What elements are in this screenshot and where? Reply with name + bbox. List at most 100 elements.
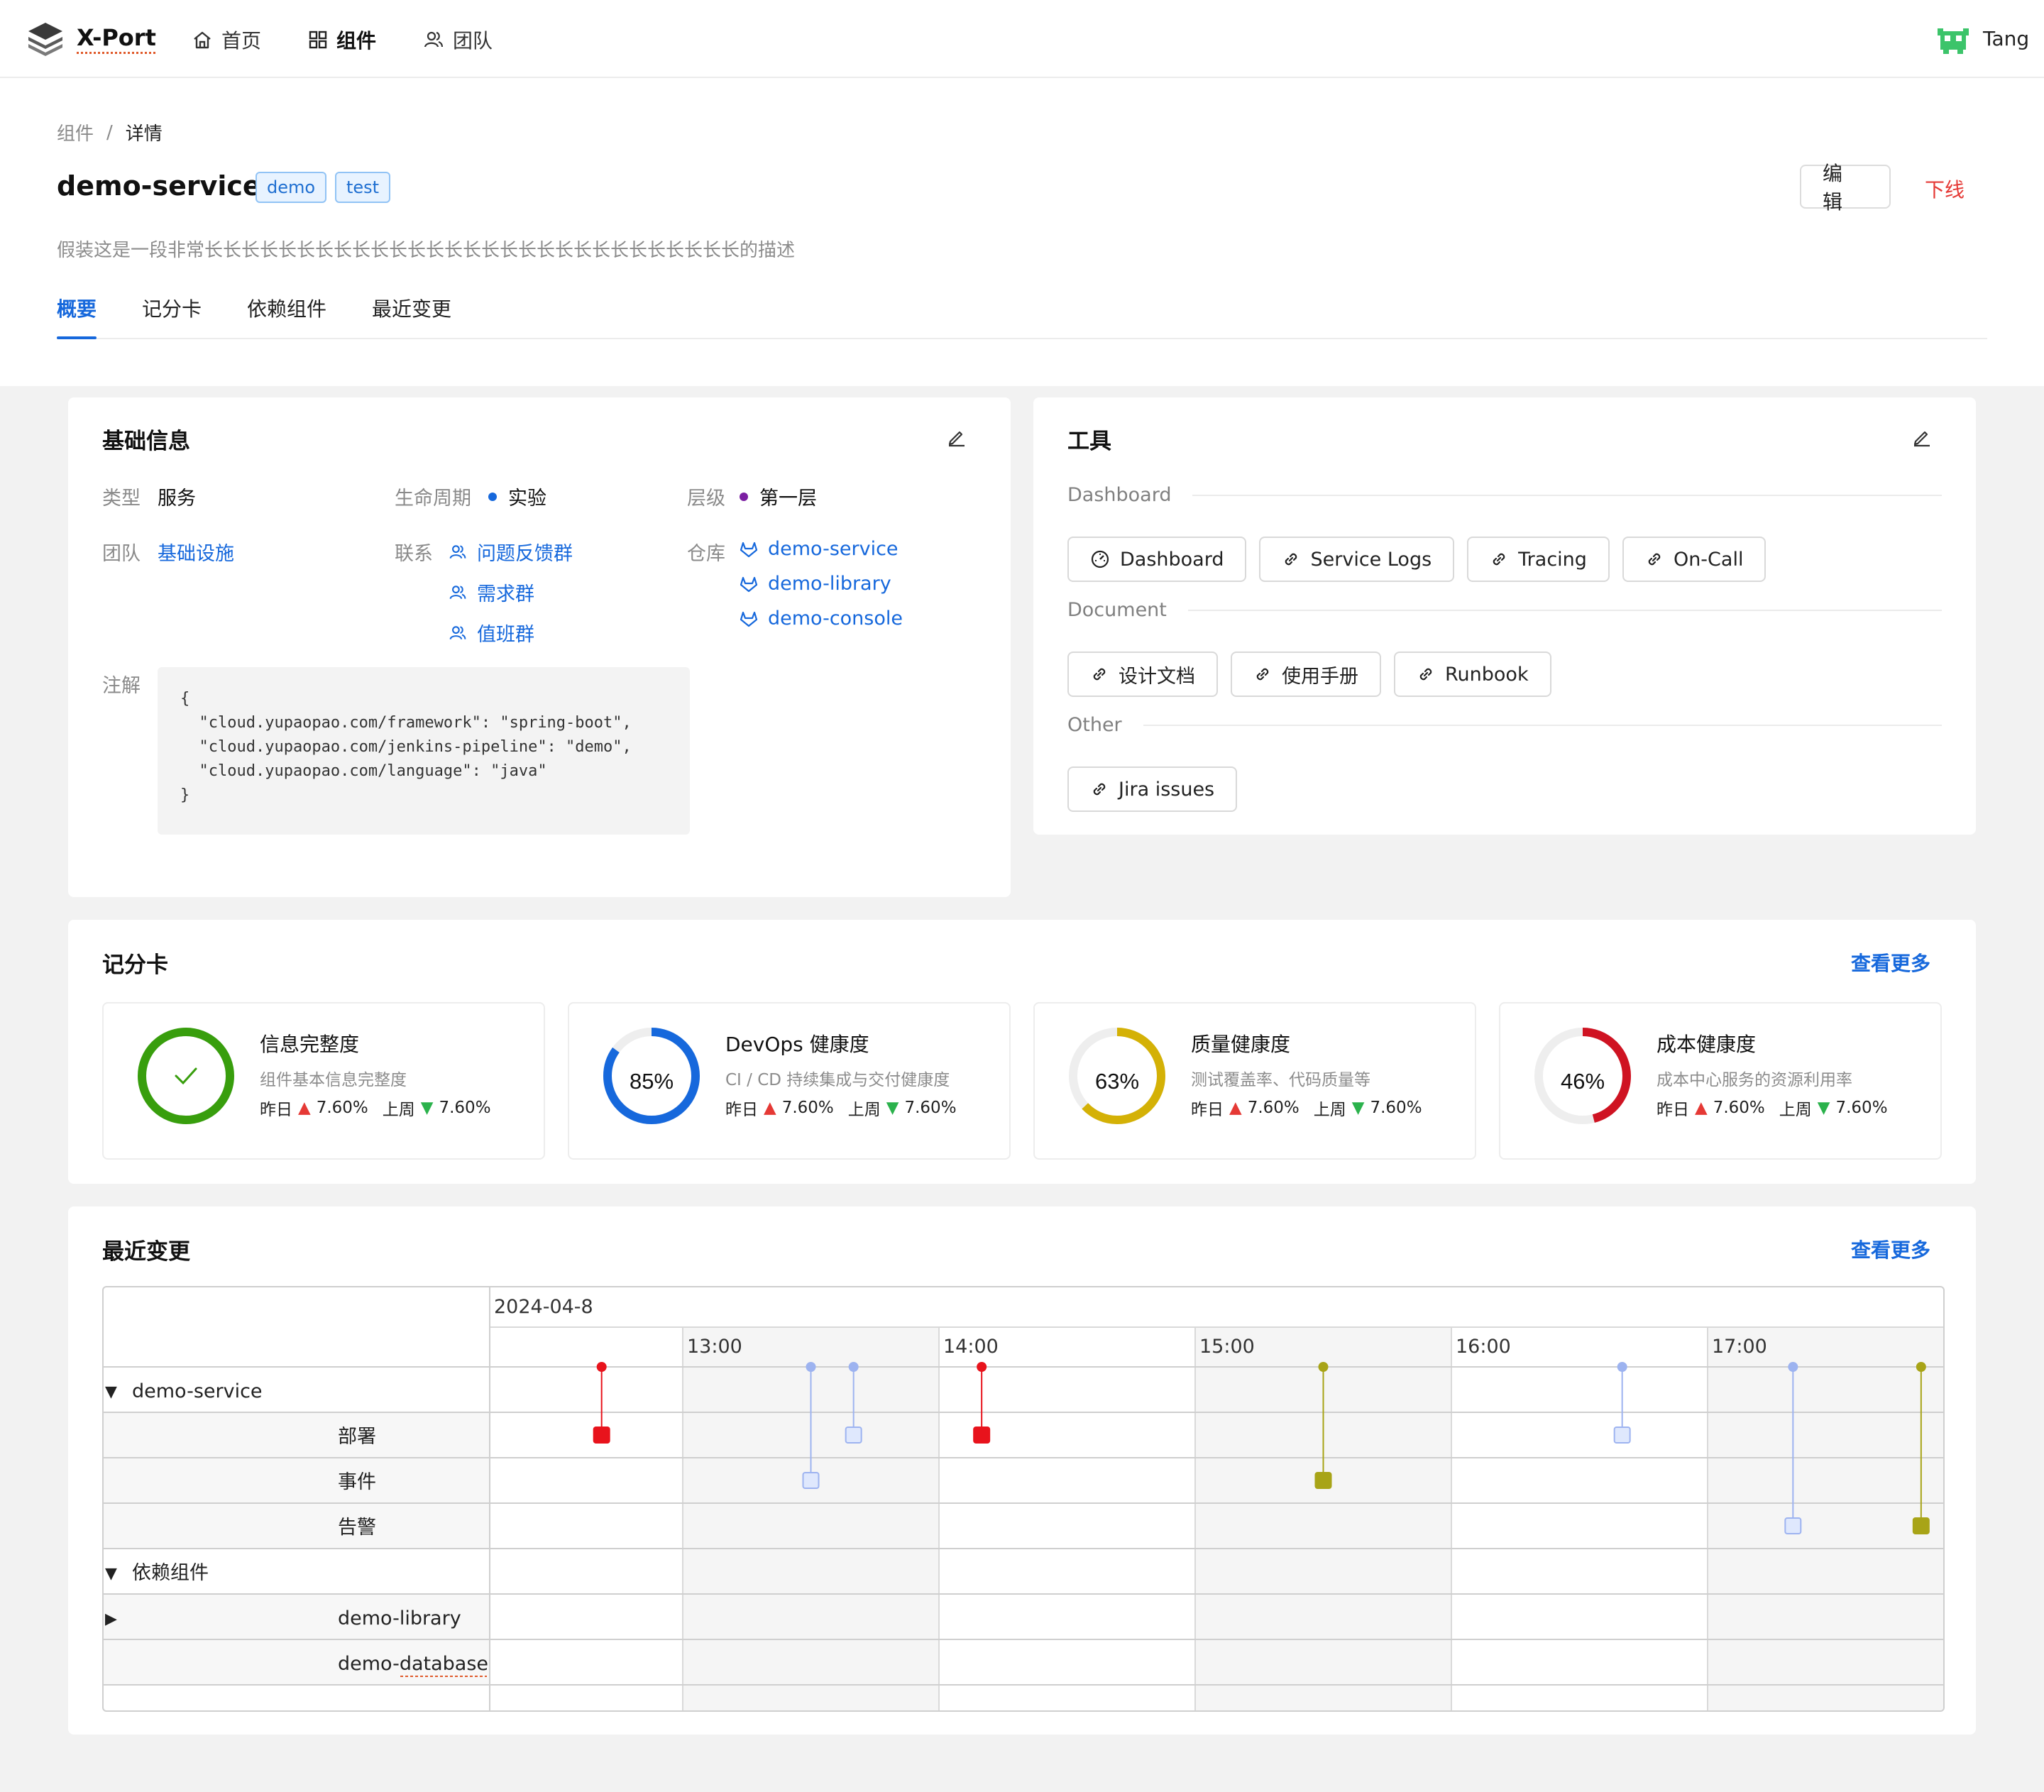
hour-label: 14:00 [943, 1336, 999, 1358]
repo-item[interactable]: demo-console [740, 608, 903, 630]
basic-info-title: 基础信息 [102, 429, 190, 454]
contact-link[interactable]: 值班群 [477, 619, 534, 647]
lifecycle-value: 实验 [508, 488, 546, 510]
app-name[interactable]: X-Port [77, 24, 156, 51]
event-marker [845, 1427, 862, 1444]
edit-icon[interactable] [947, 427, 967, 447]
logo-icon[interactable] [26, 18, 65, 58]
event-head [596, 1362, 607, 1372]
link-icon [1093, 668, 1106, 681]
score-subtitle: 测试覆盖率、代码质量等 [1191, 1071, 1370, 1089]
recent-changes-more-link[interactable]: 查看更多 [1851, 1235, 1930, 1263]
link-icon [1256, 668, 1269, 681]
edit-icon[interactable] [1912, 427, 1932, 447]
tab-scorecard[interactable]: 记分卡 [142, 294, 202, 322]
nav-item-team[interactable]: 团队 [423, 26, 493, 54]
top-navbar: X-Port 首页 组件 团队 Tang [0, 0, 2044, 78]
score-item[interactable]: 85% DevOps 健康度 CI / CD 持续集成与交付健康度 昨日 ▲ 7… [568, 1002, 1011, 1160]
tool-button-runbook[interactable]: Runbook [1394, 652, 1551, 697]
score-subtitle: CI / CD 持续集成与交付健康度 [725, 1071, 950, 1089]
tools-group-label: Other [1067, 714, 1122, 736]
team-icon [449, 544, 466, 559]
event-head [1916, 1362, 1926, 1372]
link-icon [1285, 553, 1297, 566]
tab-overview[interactable]: 概要 [57, 294, 97, 322]
link-icon [1493, 553, 1505, 566]
recent-changes-card: 最近变更 查看更多 13:00 14:00 15:00 16:00 17:00 2024-… [68, 1206, 1976, 1735]
tier-label: 层级 [687, 488, 725, 510]
tool-button-jira[interactable]: Jira issues [1067, 766, 1238, 812]
row-label: demo-database [338, 1653, 488, 1675]
row-label-bg [104, 1503, 490, 1549]
repo-link[interactable]: demo-console [768, 608, 903, 630]
yesterday-value: 7.60% [781, 1099, 834, 1117]
contact-item[interactable]: 需求群 [449, 578, 573, 606]
scorecard-title: 记分卡 [102, 952, 168, 978]
last-week-value: 7.60% [439, 1099, 491, 1117]
tab-dependencies[interactable]: 依赖组件 [247, 294, 326, 322]
team-icon [449, 585, 466, 599]
tools-group-document: Document [1067, 599, 1942, 621]
tool-button-on-call[interactable]: On-Call [1622, 537, 1766, 582]
score-item[interactable]: 46% 成本健康度 成本中心服务的资源利用率 昨日 ▲ 7.60% 上周 ▼ 7… [1499, 1002, 1942, 1160]
tool-button-service-logs[interactable]: Service Logs [1259, 537, 1455, 582]
edit-button[interactable]: 编 辑 [1800, 162, 1891, 214]
scorecard-list: 信息完整度 组件基本信息完整度 昨日 ▲ 7.60% 上周 ▼ 7.60% 85… [102, 1002, 1942, 1160]
event-head [848, 1362, 859, 1372]
score-item[interactable]: 信息完整度 组件基本信息完整度 昨日 ▲ 7.60% 上周 ▼ 7.60% [102, 1002, 545, 1160]
hour-band [1708, 1327, 1943, 1710]
gitlab-icon [740, 576, 758, 592]
scorecard-more-link[interactable]: 查看更多 [1851, 948, 1930, 977]
score-item[interactable]: 63% 质量健康度 测试覆盖率、代码质量等 昨日 ▲ 7.60% 上周 ▼ 7.… [1033, 1002, 1476, 1160]
event-head [1318, 1362, 1329, 1372]
yesterday-value: 7.60% [316, 1099, 368, 1117]
grid-icon [309, 31, 327, 49]
event-marker [1613, 1427, 1631, 1444]
contact-link[interactable]: 问题反馈群 [477, 538, 573, 566]
team-link[interactable]: 基础设施 [158, 538, 234, 566]
scorecard-card: 记分卡 查看更多 信息完整度 组件基本信息完整度 昨日 ▲ 7.60% 上周 ▼… [68, 920, 1976, 1184]
user-name[interactable]: Tang [1983, 27, 2029, 50]
avatar[interactable] [1938, 26, 1969, 54]
nav-item-home[interactable]: 首页 [192, 26, 261, 54]
tool-button-label: Dashboard [1120, 548, 1224, 571]
row-toggle-icon: ▼ [105, 1565, 117, 1583]
score-stats: 昨日 ▲ 7.60% 上周 ▼ 7.60% [1191, 1096, 1422, 1120]
yesterday-label: 昨日 [260, 1101, 292, 1119]
repo-item[interactable]: demo-library [740, 573, 903, 595]
breadcrumb-parent[interactable]: 组件 [57, 119, 94, 145]
breadcrumb-current: 详情 [125, 123, 163, 145]
tools-group-items: Jira issues [1067, 766, 1238, 812]
last-week-value: 7.60% [904, 1099, 957, 1117]
contact-item[interactable]: 问题反馈群 [449, 538, 573, 566]
nav-item-components[interactable]: 组件 [308, 26, 376, 54]
lifecycle-dot [488, 493, 497, 501]
offline-button[interactable]: 下线 [1925, 175, 1965, 203]
up-arrow-icon: ▲ [1229, 1099, 1242, 1117]
lifecycle-label: 生命周期 [395, 488, 471, 510]
tool-button-design-doc[interactable]: 设计文档 [1067, 652, 1218, 697]
contact-item[interactable]: 值班群 [449, 619, 573, 647]
down-arrow-icon: ▼ [886, 1099, 899, 1117]
yesterday-label: 昨日 [1191, 1101, 1224, 1119]
repo-item[interactable]: demo-service [740, 538, 903, 560]
event-marker [973, 1427, 991, 1444]
component-description: 假装这是一段非常长长长长长长长长长长长长长长长长长长长长长长长长长长长长长的描述 [57, 240, 796, 261]
nav-label-components: 组件 [336, 29, 377, 53]
tab-recent-changes[interactable]: 最近变更 [372, 294, 451, 322]
event-head [1617, 1362, 1627, 1372]
event-marker [802, 1472, 820, 1489]
contact-link[interactable]: 需求群 [477, 578, 534, 606]
tool-button-dashboard[interactable]: Dashboard [1067, 537, 1247, 582]
repo-link[interactable]: demo-library [768, 573, 891, 595]
last-week-value: 7.60% [1835, 1099, 1888, 1117]
gitlab-icon [740, 542, 758, 557]
hour-label: 16:00 [1456, 1336, 1511, 1358]
row-label: demo-library [338, 1607, 461, 1629]
contact-list: 问题反馈群 需求群 值班群 [449, 538, 573, 647]
repo-link[interactable]: demo-service [768, 538, 899, 560]
yesterday-value: 7.60% [1713, 1099, 1765, 1117]
tool-button-manual[interactable]: 使用手册 [1231, 652, 1381, 697]
tool-button-tracing[interactable]: Tracing [1467, 537, 1610, 582]
gauge-icon [1091, 550, 1109, 568]
